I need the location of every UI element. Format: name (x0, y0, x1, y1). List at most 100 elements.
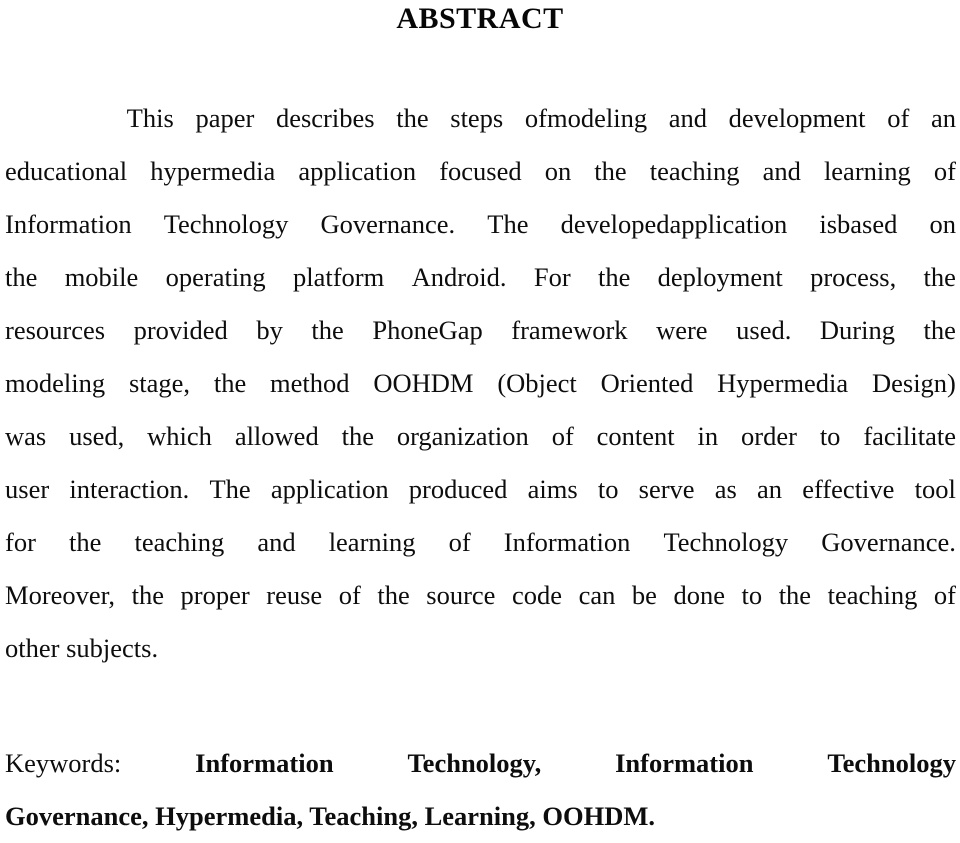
abstract-line: Information Technology Governance. The devel… (5, 198, 956, 251)
word: was (5, 421, 47, 451)
word: Technology (663, 527, 789, 557)
word: (Object (497, 368, 577, 398)
word: and (257, 527, 296, 557)
word: process, (810, 262, 897, 292)
word: of (551, 421, 574, 451)
word: platform (293, 262, 385, 292)
abstract-line: modeling stage, the method OOHDM (Object Orien… (5, 357, 956, 410)
word: During (819, 315, 895, 345)
word: The (209, 474, 251, 504)
word: For (533, 262, 571, 292)
word: Moreover, (5, 580, 116, 610)
abstract-line: other subjects. (5, 633, 159, 663)
word: Oriented (600, 368, 694, 398)
word: in (697, 421, 719, 451)
abstract-paragraph: This paper describes the steps ofmodeling and d… (5, 92, 956, 675)
word: which (147, 421, 212, 451)
word: teaching (134, 527, 225, 557)
word: paper (195, 103, 255, 133)
word: and (668, 103, 708, 133)
word: the (213, 368, 247, 398)
word: of (338, 580, 361, 610)
document-page: ABSTRACT This paper describes the steps ofmod… (0, 0, 960, 836)
word: of (933, 156, 956, 186)
word: resources (5, 315, 106, 345)
word: development (728, 103, 866, 133)
word: isbased (819, 209, 898, 239)
word: Android. (411, 262, 507, 292)
word: operating (165, 262, 266, 292)
word: to (597, 474, 619, 504)
word: the (923, 315, 956, 345)
word: developedapplication (560, 209, 788, 239)
word: This (126, 103, 174, 133)
word: Governance. (320, 209, 456, 239)
abstract-line: for the teaching and learning of Information Te… (5, 516, 956, 569)
word: Governance. (821, 527, 956, 557)
abstract-line: resources provided by the PhoneGap framework w… (5, 304, 956, 357)
word: be (631, 580, 657, 610)
word: by (256, 315, 283, 345)
word: user (5, 474, 50, 504)
word: an (757, 474, 783, 504)
word: were (656, 315, 708, 345)
word: PhoneGap (372, 315, 483, 345)
word: organization (396, 421, 529, 451)
word: Technology (163, 209, 289, 239)
keywords-section: Keywords: Information Technology, Informati… (5, 737, 956, 843)
word: Information (5, 209, 132, 239)
word: an (930, 103, 956, 133)
abstract-line: the mobile operating platform Android. For the… (5, 251, 956, 304)
word: the (341, 421, 374, 451)
word: can (578, 580, 616, 610)
word: of (887, 103, 910, 133)
word: the (69, 527, 102, 557)
word: framework (511, 315, 628, 345)
word: used, (69, 421, 125, 451)
word: proper (180, 580, 250, 610)
word: the (597, 262, 631, 292)
word: as (714, 474, 737, 504)
abstract-line: was used, which allowed the organization of con… (5, 410, 956, 463)
keyword-term: Technology (827, 748, 956, 778)
word: of (933, 580, 956, 610)
word: the (594, 156, 627, 186)
word: OOHDM (373, 368, 474, 398)
keyword-term: Technology, (407, 748, 542, 778)
word: steps (450, 103, 504, 133)
word: interaction. (69, 474, 190, 504)
word: application (298, 156, 417, 186)
word: produced (408, 474, 508, 504)
word: teaching (649, 156, 740, 186)
word: method (270, 368, 350, 398)
word: the (396, 103, 429, 133)
word: focused (439, 156, 522, 186)
keywords-line-1: Keywords: Information Technology, Informati… (5, 737, 956, 790)
word: tool (914, 474, 956, 504)
keyword-term: Information (615, 748, 754, 778)
word: deployment (657, 262, 783, 292)
word: the (778, 580, 812, 610)
word: reuse (266, 580, 323, 610)
word: Design) (871, 368, 956, 398)
word: source (426, 580, 496, 610)
word: of (448, 527, 471, 557)
word: The (487, 209, 529, 239)
word: and (762, 156, 801, 186)
word: the (131, 580, 164, 610)
word: hypermedia (150, 156, 276, 186)
word: provided (133, 315, 228, 345)
word: the (311, 315, 344, 345)
word: modeling (5, 368, 106, 398)
word: used. (736, 315, 792, 345)
word: on (544, 156, 572, 186)
word: facilitate (863, 421, 956, 451)
word: serve (638, 474, 695, 504)
word: the (377, 580, 410, 610)
abstract-line-list: This paper describes the steps ofmodeling and d… (5, 92, 956, 675)
word: order (741, 421, 797, 451)
abstract-line: This paper describes the steps ofmodeling and d… (5, 92, 956, 145)
word: effective (802, 474, 895, 504)
keywords-line-2: Governance, Hypermedia, Teaching, Learni… (5, 801, 655, 831)
word: Information (503, 527, 631, 557)
